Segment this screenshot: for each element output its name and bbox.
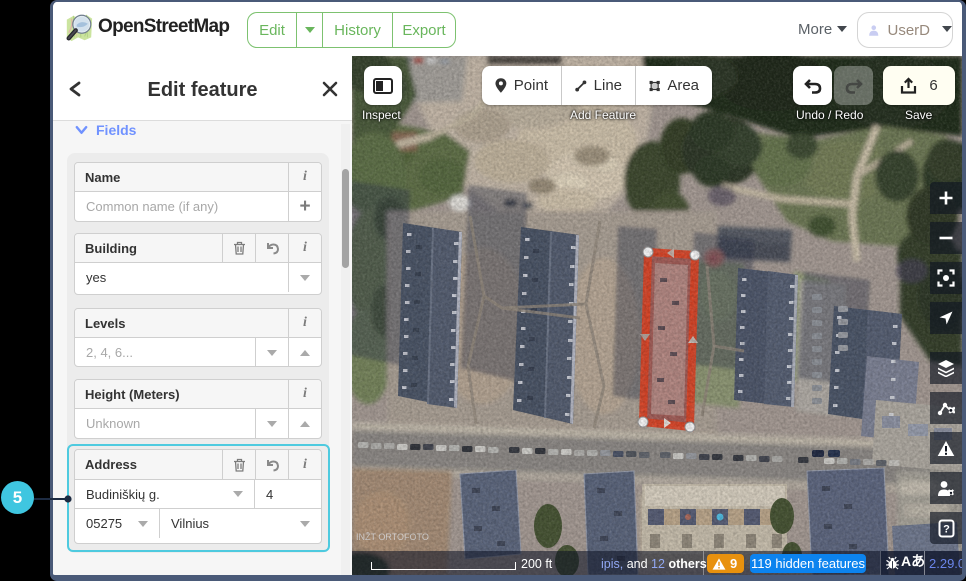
svg-text:?: ? bbox=[943, 523, 950, 535]
